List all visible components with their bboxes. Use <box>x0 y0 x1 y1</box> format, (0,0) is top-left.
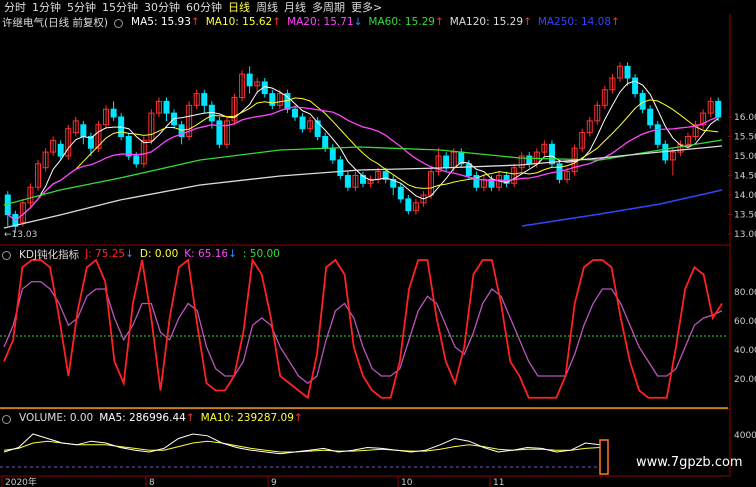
candle-body <box>125 136 132 157</box>
date-label: 10 <box>401 478 413 487</box>
candle-body <box>526 155 533 165</box>
kdj-k-line <box>3 257 723 400</box>
volume-axis-label: 40000 <box>734 431 756 441</box>
vol-ma10-value: MA10: 239287.09 <box>200 412 294 424</box>
volume-legend: VOLUME: 0.00 MA5: 286996.44↑ MA10: 23928… <box>2 411 303 425</box>
candle-body <box>344 175 351 188</box>
candle-body <box>647 108 654 126</box>
candle-body <box>216 120 223 145</box>
price-axis-label: 13.00 <box>734 230 756 240</box>
price-axis-label: 15.50 <box>734 133 756 143</box>
kdj-axis-label: 40.00 <box>734 346 756 356</box>
kdj-axis-label: 60.00 <box>734 317 756 327</box>
date-label: 8 <box>149 478 155 487</box>
volume-settings-icon[interactable] <box>2 414 11 424</box>
kdj-axis-label: 20.00 <box>734 375 756 385</box>
vol-ma5-value: MA5: 286996.44 <box>99 412 186 424</box>
vol-ma5: MA5: 286996.44↑ <box>99 412 194 424</box>
kdj-axis-label: 80.00 <box>734 288 756 298</box>
candle-body <box>80 124 87 138</box>
volume-name: VOLUME: 0.00 <box>19 412 94 424</box>
candle-body <box>201 93 208 106</box>
kdj-j: J: 75.25↓ <box>85 248 134 260</box>
candle-body <box>291 108 298 118</box>
vol-ma5-arrow: ↑ <box>185 412 195 424</box>
kdj-j-arrow: ↓ <box>125 248 134 260</box>
candle-body <box>57 143 64 157</box>
candle-body <box>632 77 639 95</box>
price-axis-label: 16.00 <box>734 113 756 123</box>
vol-ma5-line <box>3 433 601 455</box>
price-axis-label: 13.50 <box>734 211 756 221</box>
candle-body <box>133 155 140 165</box>
date-label: 2020年 <box>5 476 37 487</box>
candle-body <box>314 120 321 138</box>
ma250-line <box>521 189 723 227</box>
kdj-k: K: 65.16↓ <box>184 248 237 260</box>
vol-ma10: MA10: 239287.09↑ <box>201 412 303 424</box>
candle-body <box>548 143 555 165</box>
vol-ma10-arrow: ↑ <box>293 412 303 424</box>
kdj-k-arrow: ↓ <box>228 248 237 260</box>
price-axis-label: 14.00 <box>734 191 756 201</box>
candle-body <box>443 155 450 169</box>
kdj-ref-value: : 50.00 <box>242 248 280 260</box>
ma20-line <box>7 106 719 222</box>
candle-body <box>299 116 306 130</box>
candle-body <box>465 163 472 177</box>
price-axis-label: 14.50 <box>734 172 756 182</box>
candle-body <box>405 198 412 212</box>
candle-body <box>654 124 661 145</box>
candle-body <box>624 65 631 79</box>
candle-body <box>110 108 117 118</box>
ma5-line <box>7 80 719 221</box>
kdj-j-value: J: 75.25 <box>85 248 126 260</box>
date-label: 11 <box>493 478 504 487</box>
candle-body <box>329 147 336 161</box>
candle-body <box>246 73 253 87</box>
kdj-name: KDJ钝化指标 <box>19 248 80 261</box>
price-axis-label: 15.00 <box>734 152 756 162</box>
candle-body <box>163 100 170 114</box>
volume-last-bar <box>599 439 609 475</box>
low-price-marker: ←13.03 <box>4 230 37 240</box>
candle-body <box>337 159 344 176</box>
kdj-settings-icon[interactable] <box>2 250 11 260</box>
candle-body <box>322 136 329 149</box>
date-label: 9 <box>271 478 277 487</box>
watermark: www.7gpzb.com <box>636 455 743 470</box>
candle-body <box>397 186 404 200</box>
kdj-d-value: D: 0.00 <box>139 248 179 260</box>
kdj-k-value: K: 65.16 <box>184 248 229 260</box>
kdj-legend: KDJ钝化指标 J: 75.25↓ D: 0.00 K: 65.16↓ : 50… <box>2 247 280 261</box>
candle-body <box>715 100 722 118</box>
candle-body <box>269 93 276 106</box>
